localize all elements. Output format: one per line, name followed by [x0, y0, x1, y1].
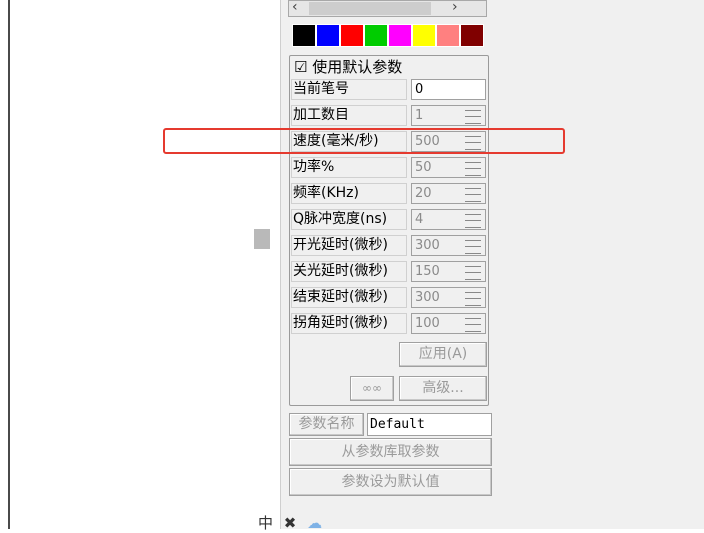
spinner-icon[interactable]	[465, 162, 481, 176]
param-value-text: 100	[415, 316, 440, 331]
param-value-text: 4	[415, 212, 424, 227]
advanced-button[interactable]: 高级...	[399, 376, 487, 401]
close-icon[interactable]: ✖	[284, 514, 297, 532]
spinner-icon[interactable]	[465, 266, 481, 280]
param-value-text: 300	[415, 290, 440, 305]
pen-color-swatch[interactable]	[316, 24, 340, 47]
pen-color-swatch[interactable]	[340, 24, 364, 47]
param-value-field[interactable]: 20	[411, 183, 486, 204]
scroll-left-arrow-icon[interactable]: ‹	[292, 0, 298, 15]
scroll-thumb[interactable]	[309, 2, 431, 15]
spinner-icon[interactable]	[465, 318, 481, 332]
param-label: 当前笔号	[291, 79, 407, 100]
param-value-text: 150	[415, 264, 440, 279]
apply-button[interactable]: 应用(A)	[399, 342, 487, 367]
param-label: 关光延时(微秒)	[291, 261, 407, 282]
highlight-box	[163, 128, 565, 154]
pen-color-swatch[interactable]	[436, 24, 460, 47]
param-value-field[interactable]: 1	[411, 105, 486, 126]
set-as-default-button[interactable]: 参数设为默认值	[289, 468, 492, 496]
taskbar-icons: 中 ✖ ☁	[258, 512, 328, 533]
left-border-line	[8, 0, 10, 529]
param-value-text: 50	[415, 160, 432, 175]
param-label: 拐角延时(微秒)	[291, 313, 407, 334]
spinner-icon[interactable]	[465, 240, 481, 254]
param-label: 功率%	[291, 157, 407, 178]
pen-color-swatch[interactable]	[364, 24, 388, 47]
load-from-library-button[interactable]: 从参数库取参数	[289, 438, 492, 466]
ime-icon[interactable]: 中	[258, 514, 273, 532]
cloud-icon[interactable]: ☁	[307, 514, 322, 532]
param-value-text: 20	[415, 186, 432, 201]
param-value-text: 1	[415, 108, 424, 123]
checkbox-checked-icon[interactable]: ☑	[294, 58, 307, 76]
param-name-button[interactable]: 参数名称	[289, 413, 364, 436]
pen-color-swatch[interactable]	[292, 24, 316, 47]
use-default-checkbox[interactable]: ☑ 使用默认参数	[294, 59, 402, 75]
param-value-field[interactable]: 300	[411, 235, 486, 256]
spinner-icon[interactable]	[465, 110, 481, 124]
scroll-right-arrow-icon[interactable]: ›	[452, 0, 458, 15]
param-name-field[interactable]: Default	[367, 413, 492, 436]
pen-color-swatch[interactable]	[460, 24, 484, 47]
pen-color-swatch[interactable]	[412, 24, 436, 47]
param-label: 加工数目	[291, 105, 407, 126]
use-default-label: 使用默认参数	[312, 58, 403, 76]
param-value-field[interactable]: 0	[411, 79, 486, 100]
param-label: 开光延时(微秒)	[291, 235, 407, 256]
param-value-text: 0	[415, 82, 424, 97]
param-label: 结束延时(微秒)	[291, 287, 407, 308]
spinner-icon[interactable]	[465, 214, 481, 228]
param-value-field[interactable]: 150	[411, 261, 486, 282]
spinner-icon[interactable]	[465, 188, 481, 202]
spinner-icon[interactable]	[465, 292, 481, 306]
param-value-field[interactable]: 300	[411, 287, 486, 308]
param-value-text: 300	[415, 238, 440, 253]
horizontal-scrollbar[interactable]: ‹ ›	[288, 0, 487, 17]
wobble-button[interactable]: ∞∞	[350, 376, 394, 401]
param-value-field[interactable]: 50	[411, 157, 486, 178]
splitter-handle[interactable]	[254, 229, 270, 249]
pen-color-swatch[interactable]	[388, 24, 412, 47]
pen-color-swatches	[292, 24, 487, 47]
param-label: 频率(KHz)	[291, 183, 407, 204]
param-value-field[interactable]: 100	[411, 313, 486, 334]
param-value-field[interactable]: 4	[411, 209, 486, 230]
param-label: Q脉冲宽度(ns)	[291, 209, 407, 230]
